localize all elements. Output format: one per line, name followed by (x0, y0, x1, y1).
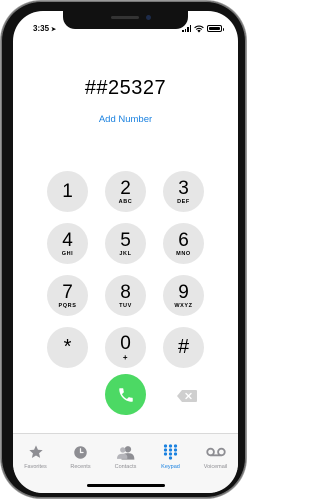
key-digit: 3 (178, 177, 189, 199)
key-8[interactable]: 8 TUV (105, 275, 146, 316)
key-digit: 9 (178, 281, 189, 303)
key-3[interactable]: 3 DEF (163, 171, 204, 212)
key-9[interactable]: 9 WXYZ (163, 275, 204, 316)
key-7[interactable]: 7 PQRS (47, 275, 88, 316)
star-icon (28, 445, 43, 458)
key-0[interactable]: 0 + (105, 327, 146, 368)
key-letters: ABC (118, 198, 133, 205)
phone-icon (118, 387, 133, 402)
key-digit: 8 (120, 281, 131, 303)
tab-label: Contacts (114, 464, 137, 470)
key-5[interactable]: 5 JKL (105, 223, 146, 264)
key-1[interactable]: 1 (47, 171, 88, 212)
key-letters: WXYZ (174, 302, 193, 309)
key-letters: PQRS (58, 302, 77, 309)
key-4[interactable]: 4 GHI (47, 223, 88, 264)
backspace-icon (177, 390, 197, 402)
delete-button[interactable] (176, 389, 198, 403)
key-letters: DEF (177, 198, 190, 205)
call-button[interactable] (105, 374, 146, 415)
key-letters: JKL (119, 250, 132, 257)
key-digit: 5 (120, 229, 131, 251)
tab-label: Keypad (161, 464, 180, 470)
key-digit: 4 (62, 229, 73, 251)
key-2[interactable]: 2 ABC (105, 171, 146, 212)
tab-favorites[interactable]: Favorites (14, 443, 58, 470)
key-letters: GHI (61, 250, 74, 257)
key-digit: 2 (120, 177, 131, 199)
tab-label: Recents (70, 464, 91, 470)
tab-contacts[interactable]: Contacts (104, 443, 148, 470)
key-digit: 1 (62, 181, 73, 202)
keypad-icon (163, 444, 178, 460)
phone-screen: 3:35 ➤ ##25327 Add Number 1 2 ABC 3 DEF … (13, 11, 238, 493)
tab-keypad[interactable]: Keypad (149, 443, 193, 470)
key-digit: 6 (178, 229, 189, 251)
contacts-icon (116, 445, 134, 460)
key-letters: TUV (119, 302, 132, 309)
phone-frame: 3:35 ➤ ##25327 Add Number 1 2 ABC 3 DEF … (1, 1, 246, 498)
tab-label: Voicemail (203, 464, 228, 470)
key-digit: 0 (120, 332, 131, 354)
key-star[interactable]: * (47, 327, 88, 368)
tab-voicemail[interactable]: Voicemail (194, 443, 238, 470)
clock-icon (74, 445, 87, 459)
home-indicator[interactable] (87, 484, 165, 487)
tab-recents[interactable]: Recents (59, 443, 103, 470)
key-6[interactable]: 6 MNO (163, 223, 204, 264)
key-letters: + (122, 352, 129, 362)
voicemail-icon (205, 447, 226, 457)
key-letters: MNO (176, 250, 191, 257)
key-hash[interactable]: # (163, 327, 204, 368)
key-digit: # (177, 336, 190, 358)
tab-label: Favorites (24, 464, 47, 470)
key-digit: 7 (62, 281, 73, 303)
keypad: 1 2 ABC 3 DEF 4 GHI 5 JKL 6 MNO 7 PQRS 8… (13, 11, 238, 493)
key-digit: * (63, 336, 72, 358)
